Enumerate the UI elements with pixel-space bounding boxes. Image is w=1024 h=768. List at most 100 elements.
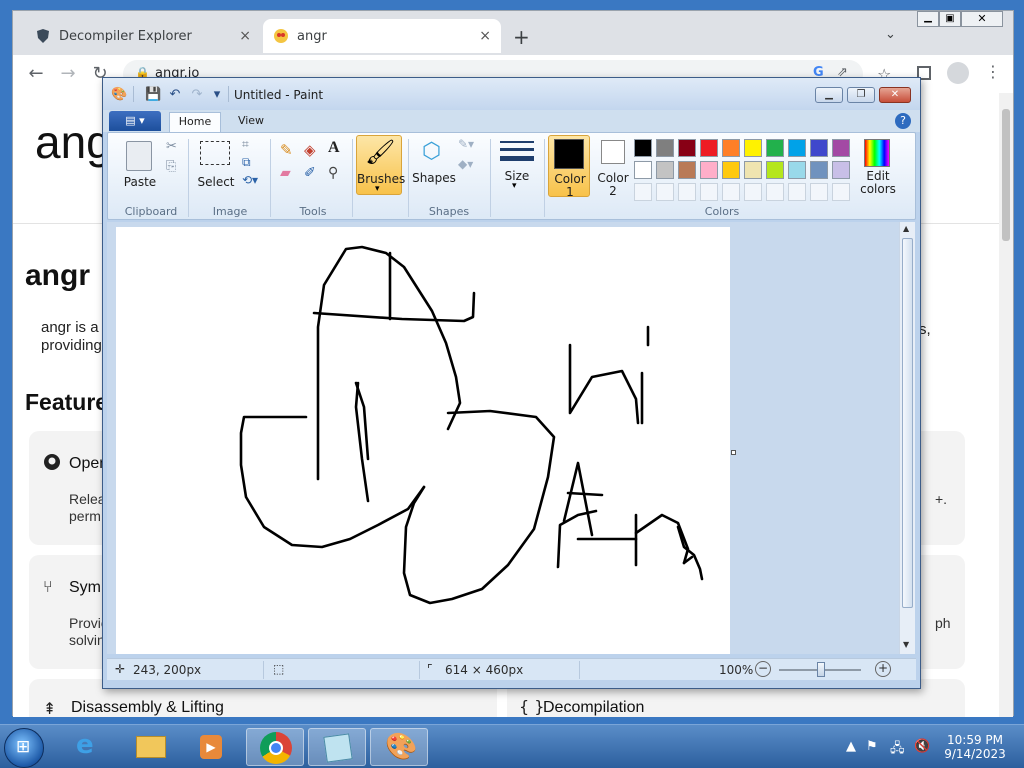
eraser-icon[interactable]: ▰ [280, 165, 291, 181]
volume-muted-icon[interactable]: 🔇 [914, 739, 930, 754]
tab-angr[interactable]: angr × [263, 19, 501, 53]
palette-swatch[interactable] [744, 183, 762, 201]
pencil-icon[interactable]: ✎ [280, 141, 293, 159]
tab-home[interactable]: Home [169, 112, 221, 132]
text-tool-icon[interactable]: A [328, 139, 340, 157]
palette-swatch[interactable] [766, 139, 784, 157]
palette-swatch[interactable] [810, 139, 828, 157]
crop-icon[interactable]: ⌗ [242, 137, 249, 152]
internet-explorer-button[interactable]: e [62, 728, 120, 766]
palette-swatch[interactable] [788, 183, 806, 201]
tab-search-icon[interactable]: ⌄ [885, 27, 896, 42]
palette-swatch[interactable] [634, 183, 652, 201]
resize-icon[interactable]: ⧉ [242, 155, 251, 170]
palette-swatch[interactable] [832, 139, 850, 157]
chrome-taskbar-button[interactable] [246, 728, 304, 766]
undo-icon[interactable]: ↶ [167, 87, 183, 103]
palette-swatch[interactable] [656, 161, 674, 179]
paint-restore-button[interactable]: ❐ [847, 87, 875, 103]
palette-swatch[interactable] [810, 183, 828, 201]
palette-swatch[interactable] [722, 139, 740, 157]
paint-title-bar[interactable]: 🎨 💾 ↶ ↷ ▾ Untitled - Paint ▁ ❐ ✕ [103, 78, 920, 110]
help-icon[interactable]: ? [895, 113, 911, 129]
paint-minimize-button[interactable]: ▁ [815, 87, 843, 103]
palette-swatch[interactable] [634, 139, 652, 157]
start-button[interactable]: ⊞ [4, 728, 44, 768]
tab-decompiler-explorer[interactable]: Decompiler Explorer × [25, 19, 261, 53]
new-tab-button[interactable]: + [513, 25, 530, 49]
outline-icon[interactable]: ✎▾ [458, 137, 474, 151]
tab-view[interactable]: View [227, 112, 275, 132]
file-menu-button[interactable]: ▤ ▾ [109, 111, 161, 131]
canvas-scrollbar[interactable]: ▲ ▼ [899, 222, 915, 654]
palette-swatch[interactable] [700, 183, 718, 201]
zoom-in-button[interactable]: + [875, 661, 891, 677]
palette-swatch[interactable] [678, 161, 696, 179]
minimize-button[interactable]: ▁ [917, 11, 939, 27]
show-hidden-icons-icon[interactable]: ▲ [846, 739, 856, 754]
edit-colors-button[interactable]: Edit colors [856, 139, 900, 197]
color-picker-icon[interactable]: ✐ [304, 165, 316, 181]
scroll-up-icon[interactable]: ▲ [903, 224, 909, 233]
palette-swatch[interactable] [788, 161, 806, 179]
back-icon[interactable]: ← [25, 63, 47, 85]
scroll-down-icon[interactable]: ▼ [903, 640, 909, 649]
palette-swatch[interactable] [700, 139, 718, 157]
palette-swatch[interactable] [832, 161, 850, 179]
site-logo[interactable]: ang [35, 115, 112, 169]
copy-icon[interactable]: ⎘ [166, 159, 176, 174]
clock[interactable]: 10:59 PM 9/14/2023 [936, 733, 1014, 761]
select-button[interactable]: Select [196, 139, 236, 193]
scrollbar-thumb[interactable] [902, 238, 913, 608]
media-player-button[interactable]: ▶ [182, 728, 240, 766]
palette-swatch[interactable] [766, 161, 784, 179]
profile-avatar[interactable] [947, 62, 969, 84]
tab-close-icon[interactable]: × [239, 28, 251, 44]
paint-close-button[interactable]: ✕ [879, 87, 911, 103]
palette-swatch[interactable] [744, 161, 762, 179]
palette-swatch[interactable] [656, 183, 674, 201]
paint-taskbar-button[interactable]: 🎨 [370, 728, 428, 766]
cut-icon[interactable]: ✂ [166, 139, 177, 154]
file-explorer-button[interactable] [122, 728, 180, 766]
color1-button[interactable]: Color 1 [548, 135, 590, 199]
color2-button[interactable]: Color 2 [592, 135, 634, 198]
palette-swatch[interactable] [678, 139, 696, 157]
palette-swatch[interactable] [788, 139, 806, 157]
palette-swatch[interactable] [722, 183, 740, 201]
drawing-canvas[interactable] [116, 227, 730, 654]
fill-icon[interactable]: ◈ [304, 141, 316, 159]
brushes-button[interactable]: 🖌 Brushes ▾ [356, 135, 405, 195]
magnifier-icon[interactable]: ⚲ [328, 165, 338, 181]
close-button[interactable]: ✕ [961, 11, 1003, 27]
save-icon[interactable]: 💾 [145, 87, 161, 103]
customize-toolbar-icon[interactable]: ▾ [209, 87, 225, 103]
network-icon[interactable]: 🖧 [890, 739, 905, 761]
page-scrollbar[interactable] [999, 93, 1013, 717]
zoom-out-button[interactable]: − [755, 661, 771, 677]
palette-swatch[interactable] [832, 183, 850, 201]
size-button[interactable]: Size ▾ [498, 139, 536, 195]
maximize-button[interactable]: ▣ [939, 11, 961, 27]
paste-button[interactable]: Paste [120, 139, 160, 193]
palette-swatch[interactable] [810, 161, 828, 179]
palette-swatch[interactable] [766, 183, 784, 201]
canvas-resize-handle[interactable] [731, 450, 736, 455]
action-center-flag-icon[interactable]: ⚑ [866, 739, 878, 754]
palette-swatch[interactable] [634, 161, 652, 179]
shapes-button[interactable]: ⬡ Shapes [412, 139, 456, 193]
menu-icon[interactable]: ⋮ [985, 62, 1001, 81]
palette-swatch[interactable] [700, 161, 718, 179]
rotate-icon[interactable]: ⟲▾ [242, 173, 258, 187]
zoom-slider-thumb[interactable] [817, 662, 825, 677]
palette-swatch[interactable] [656, 139, 674, 157]
redo-icon[interactable]: ↷ [189, 87, 205, 103]
notepad-taskbar-button[interactable] [308, 728, 366, 766]
palette-swatch[interactable] [744, 139, 762, 157]
fill-shape-icon[interactable]: ◆▾ [458, 157, 473, 171]
forward-icon[interactable]: → [57, 63, 79, 85]
scrollbar-thumb[interactable] [1002, 109, 1010, 241]
tab-close-icon[interactable]: × [479, 28, 491, 44]
palette-swatch[interactable] [678, 183, 696, 201]
palette-swatch[interactable] [722, 161, 740, 179]
